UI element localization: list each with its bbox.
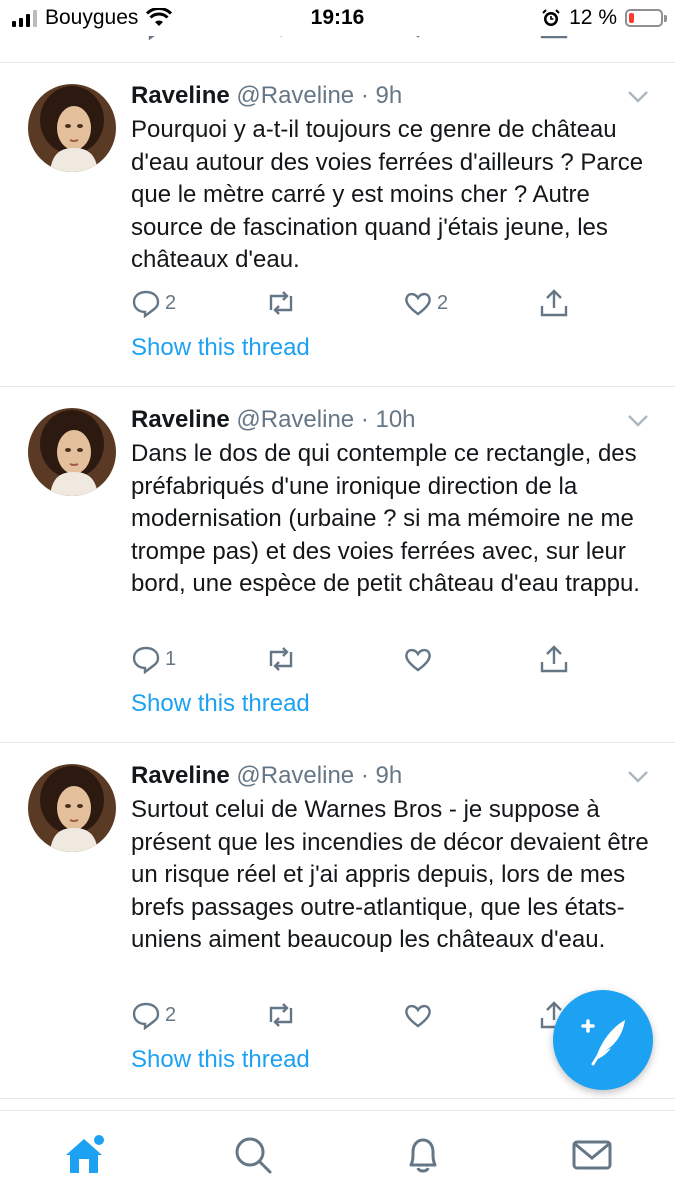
mail-icon: [572, 1140, 612, 1170]
tab-notifications[interactable]: [401, 1133, 445, 1177]
tweet-text: Surtout celui de Warnes Bros - je suppos…: [131, 796, 649, 953]
retweet-icon: [269, 1003, 293, 1027]
tweet-header: Raveline @Raveline · 10h: [131, 406, 416, 434]
divider: [0, 386, 675, 387]
battery-label: 12 %: [569, 6, 617, 29]
heart-icon: [405, 292, 431, 316]
reply-count: 1: [165, 647, 177, 670]
alarm-icon: [542, 9, 560, 26]
user-handle[interactable]: @Raveline: [236, 762, 354, 789]
like-button[interactable]: 2: [403, 288, 448, 318]
user-handle[interactable]: @Raveline: [236, 82, 354, 109]
compose-tweet-button[interactable]: [553, 990, 653, 1090]
share-button[interactable]: [539, 644, 569, 674]
tweet-header: Raveline @Raveline · 9h: [131, 82, 402, 110]
reply-button[interactable]: 2: [131, 1000, 176, 1030]
tweet-header: Raveline @Raveline · 9h: [131, 762, 402, 790]
reply-count: 2: [165, 291, 177, 314]
reply-count: 2: [165, 1003, 177, 1026]
retweet-button[interactable]: [265, 1000, 301, 1030]
tweet-actions: 2 2: [131, 288, 591, 318]
bell-icon: [409, 1138, 437, 1173]
divider: [0, 62, 675, 63]
like-count: 2: [437, 291, 449, 314]
share-icon: [540, 645, 568, 673]
reply-icon: [132, 1002, 160, 1030]
user-handle[interactable]: @Raveline: [236, 406, 354, 433]
like-button[interactable]: [403, 644, 437, 674]
chevron-down-icon[interactable]: [627, 770, 649, 784]
share-icon: [540, 289, 568, 317]
share-button[interactable]: [539, 288, 569, 318]
tab-search[interactable]: [231, 1133, 275, 1177]
tweet-text: Dans le dos de qui contemple ce rectangl…: [131, 440, 640, 597]
avatar[interactable]: [28, 408, 116, 496]
status-bar: Bouygues 19:16 12 %: [0, 0, 675, 36]
retweet-icon: [269, 647, 293, 671]
divider: [0, 742, 675, 743]
display-name[interactable]: Raveline: [131, 762, 230, 789]
retweet-button[interactable]: [265, 288, 301, 318]
display-name[interactable]: Raveline: [131, 82, 230, 109]
bottom-tab-bar: [0, 1110, 675, 1201]
tweet-actions: 1: [131, 644, 591, 674]
tab-home[interactable]: [62, 1133, 106, 1177]
retweet-icon: [269, 291, 293, 315]
compose-tweet-icon: [581, 1019, 625, 1066]
show-thread-link[interactable]: Show this thread: [131, 334, 310, 362]
heart-icon: [405, 1004, 431, 1028]
reply-button[interactable]: 2: [131, 288, 176, 318]
home-icon: [66, 1135, 104, 1173]
tweet-timestamp: · 9h: [360, 82, 403, 109]
heart-icon: [405, 648, 431, 672]
reply-icon: [132, 646, 160, 674]
tweet[interactable]: Raveline @Raveline · 9h Pourquoi y a-t-i…: [0, 82, 675, 386]
divider: [0, 1098, 675, 1099]
battery-icon: [625, 9, 667, 27]
tweet-timestamp: · 9h: [360, 762, 403, 789]
search-icon: [235, 1137, 272, 1174]
show-thread-link[interactable]: Show this thread: [131, 1046, 310, 1074]
reply-button[interactable]: 1: [131, 644, 176, 674]
retweet-button[interactable]: [265, 644, 301, 674]
like-button[interactable]: [403, 1000, 437, 1030]
avatar[interactable]: [28, 84, 116, 172]
tweet[interactable]: Raveline @Raveline · 10h Dans le dos de …: [0, 406, 675, 742]
reply-icon: [132, 290, 160, 318]
display-name[interactable]: Raveline: [131, 406, 230, 433]
tweet-actions: 2: [131, 1000, 591, 1030]
chevron-down-icon[interactable]: [627, 414, 649, 428]
avatar[interactable]: [28, 764, 116, 852]
status-right-group: 12 %: [541, 6, 667, 30]
tab-messages[interactable]: [570, 1133, 614, 1177]
tweet-text: Pourquoi y a-t-il toujours ce genre de c…: [131, 116, 644, 273]
chevron-down-icon[interactable]: [627, 90, 649, 104]
show-thread-link[interactable]: Show this thread: [131, 690, 310, 718]
tweet-timestamp: · 10h: [360, 406, 416, 433]
